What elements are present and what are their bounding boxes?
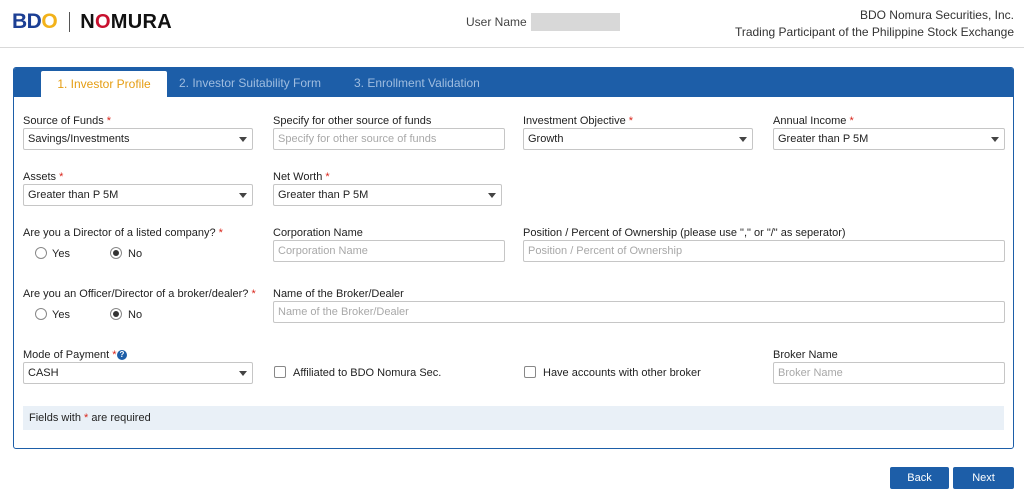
user-name-redacted [531,13,620,31]
officer-broker-label: Are you an Officer/Director of a broker/… [23,288,256,300]
officer-broker-yes-label: Yes [52,309,70,321]
tab-investor-suitability-form[interactable]: 2. Investor Suitability Form [167,68,333,97]
net-worth-select[interactable]: Greater than P 5M [273,184,502,206]
director-listed-label: Are you a Director of a listed company? … [23,227,223,239]
next-button[interactable]: Next [953,467,1014,489]
officer-broker-yes-radio[interactable] [35,308,47,320]
broker-name-input[interactable]: Broker Name [773,362,1005,384]
officer-broker-no-label: No [128,309,143,321]
other-broker-checkbox[interactable] [524,366,536,378]
logo-divider [69,12,71,32]
mode-of-payment-select[interactable]: CASH [23,362,253,384]
broker-dealer-name-label: Name of the Broker/Dealer [273,288,404,300]
other-broker-label: Have accounts with other broker [543,367,701,379]
mode-of-payment-label: Mode of Payment * [23,349,117,361]
company-name: BDO Nomura Securities, Inc. [859,8,1014,22]
annual-income-select[interactable]: Greater than P 5M [773,128,1005,150]
annual-income-label: Annual Income * [773,115,854,127]
director-listed-no-radio[interactable] [110,247,122,259]
tab-enrollment-validation[interactable]: 3. Enrollment Validation [342,68,492,97]
bdo-nomura-logo[interactable]: BDO NOMURA [12,10,172,33]
corporation-name-label: Corporation Name [273,227,363,239]
chevron-down-icon [488,193,496,198]
source-of-funds-select[interactable]: Savings/Investments [23,128,253,150]
chevron-down-icon [239,137,247,142]
help-icon[interactable]: ? [117,350,127,360]
chevron-down-icon [239,193,247,198]
other-source-input[interactable]: Specify for other source of funds [273,128,505,150]
officer-broker-no-radio[interactable] [110,308,122,320]
chevron-down-icon [739,137,747,142]
affiliated-checkbox[interactable] [274,366,286,378]
company-info: BDO Nomura Securities, Inc. Trading Part… [735,7,1014,41]
other-source-label: Specify for other source of funds [273,115,432,127]
app-header: BDO NOMURA User Name BDO Nomura Securiti… [0,0,1024,48]
company-tagline: Trading Participant of the Philippine St… [734,25,1014,39]
director-listed-yes-radio[interactable] [35,247,47,259]
net-worth-label: Net Worth * [273,171,330,183]
investment-objective-label: Investment Objective * [523,115,634,127]
assets-select[interactable]: Greater than P 5M [23,184,253,206]
tab-investor-profile[interactable]: 1. Investor Profile [41,71,167,98]
user-name-label: User Name [466,15,527,29]
enrollment-panel: 1. Investor Profile 2. Investor Suitabil… [13,67,1014,449]
source-of-funds-label: Source of Funds * [23,115,112,127]
back-button[interactable]: Back [890,467,949,489]
broker-dealer-name-input[interactable]: Name of the Broker/Dealer [273,301,1005,323]
required-fields-note: Fields with * are required [23,406,1004,430]
assets-label: Assets * [23,171,64,183]
position-ownership-input[interactable]: Position / Percent of Ownership [523,240,1005,262]
chevron-down-icon [991,137,999,142]
director-listed-yes-label: Yes [52,248,70,260]
position-ownership-label: Position / Percent of Ownership (please … [523,227,846,239]
logo-bdo: BDO [12,10,58,33]
logo-nomura: NOMURA [80,10,172,33]
affiliated-label: Affiliated to BDO Nomura Sec. [293,367,442,379]
step-tabs: 1. Investor Profile 2. Investor Suitabil… [14,68,1013,98]
corporation-name-input[interactable]: Corporation Name [273,240,505,262]
director-listed-no-label: No [128,248,143,260]
chevron-down-icon [239,371,247,376]
investment-objective-select[interactable]: Growth [523,128,753,150]
broker-name-label: Broker Name [773,349,838,361]
